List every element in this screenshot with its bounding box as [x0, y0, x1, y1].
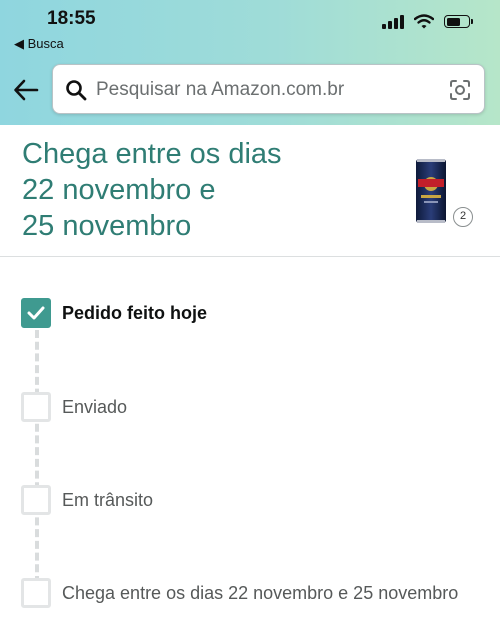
product-image[interactable]: [413, 157, 449, 225]
step-label-in-transit: Em trânsito: [62, 490, 154, 510]
quantity-badge: 2: [453, 207, 473, 227]
delivery-headline: Chega entre os dias 22 novembro e 25 nov…: [22, 136, 392, 244]
status-icons: [382, 14, 473, 29]
search-placeholder: Pesquisar na Amazon.com.br: [96, 79, 345, 100]
step-label-shipped: Enviado: [62, 397, 128, 417]
wifi-icon: [414, 14, 434, 29]
headline-line-1: Chega entre os dias: [22, 138, 282, 170]
headline-line-2: 22 novembro e: [22, 174, 216, 206]
step-checkbox-delivery: [21, 578, 51, 608]
step-label-delivery: Chega entre os dias 22 novembro e 25 nov…: [62, 583, 459, 603]
step-checkbox-ordered: [21, 298, 51, 328]
headline-line-3: 25 novembro: [22, 210, 192, 242]
signal-icon: [382, 14, 404, 29]
step-checkbox-in-transit: [21, 485, 51, 515]
header-bar: 18:55 ◀ Busca Pesquisar na Amazon.com.br: [0, 0, 500, 125]
camera-scan-icon[interactable]: [448, 78, 472, 102]
battery-icon: [444, 15, 473, 28]
step-label-ordered: Pedido feito hoje: [62, 303, 208, 323]
search-icon: [66, 80, 87, 101]
divider: [0, 256, 500, 257]
back-arrow-icon[interactable]: [12, 76, 40, 104]
checkmark-icon: [27, 306, 45, 320]
back-to-app-link[interactable]: ◀ Busca: [14, 36, 64, 52]
search-input[interactable]: Pesquisar na Amazon.com.br: [52, 64, 485, 114]
step-checkbox-shipped: [21, 392, 51, 422]
timeline-connector: [35, 330, 39, 584]
status-time: 18:55: [47, 8, 96, 29]
